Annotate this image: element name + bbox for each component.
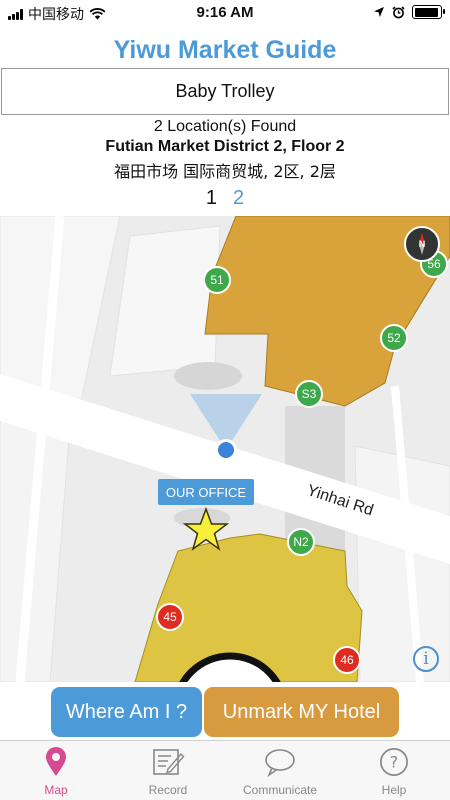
- tab-communicate[interactable]: Communicate: [224, 747, 336, 797]
- search-input[interactable]: Baby Trolley: [1, 68, 449, 115]
- tab-record-label: Record: [148, 783, 188, 797]
- map-pin-icon: [46, 747, 66, 776]
- compass-label: N: [418, 239, 426, 249]
- alarm-icon: [392, 5, 405, 18]
- tab-help[interactable]: ? Help: [338, 747, 450, 797]
- where-am-i-button[interactable]: Where Am I ?: [51, 687, 202, 737]
- status-right: [373, 5, 445, 19]
- help-icon: ?: [380, 748, 408, 776]
- our-office-label[interactable]: OUR OFFICE: [158, 479, 254, 505]
- results-count: 2 Location(s) Found: [153, 118, 297, 135]
- record-icon: [153, 749, 185, 775]
- tab-help-label: Help: [381, 783, 407, 797]
- page-2-button[interactable]: 2: [233, 187, 244, 210]
- tab-communicate-label: Communicate: [242, 783, 318, 797]
- location-district: Futian Market District 2, Floor 2: [105, 138, 345, 155]
- result-pager: 1 2: [0, 187, 450, 210]
- location-district-chinese: 福田市场 国际商贸城, 2区, 2层: [114, 162, 336, 181]
- tab-record[interactable]: Record: [112, 747, 224, 797]
- unmark-hotel-button[interactable]: Unmark MY Hotel: [204, 687, 399, 737]
- page-1-button[interactable]: 1: [206, 187, 217, 210]
- map-view[interactable]: Yinhai Rd 51 56 52 S3 N2 45 46 OUR OFFIC…: [0, 216, 450, 682]
- battery-icon: [412, 5, 445, 19]
- compass-icon[interactable]: N: [404, 226, 440, 262]
- location-arrow-icon: [374, 7, 384, 17]
- tab-bar: Map Record Communicate ? Help: [0, 740, 450, 800]
- map-marker-51[interactable]: 51: [203, 266, 231, 294]
- info-icon[interactable]: i: [413, 646, 439, 672]
- chat-bubble-icon: [265, 749, 295, 777]
- app-title: Yiwu Market Guide: [113, 36, 337, 64]
- tab-map[interactable]: Map: [0, 747, 112, 797]
- status-bar: 中国移动 9:16 AM: [0, 0, 450, 26]
- map-marker-52[interactable]: 52: [380, 324, 408, 352]
- map-marker-s3[interactable]: S3: [295, 380, 323, 408]
- tab-map-label: Map: [44, 783, 68, 797]
- map-marker-45[interactable]: 45: [156, 603, 184, 631]
- svg-text:?: ?: [390, 753, 398, 772]
- map-marker-n2[interactable]: N2: [287, 528, 315, 556]
- map-marker-46[interactable]: 46: [333, 646, 361, 674]
